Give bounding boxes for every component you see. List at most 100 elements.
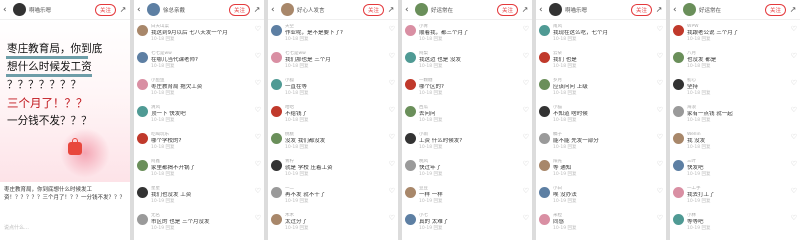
comment-item[interactable]: 一颗糖 哪个区的? 10-18 回复 ♡ (402, 76, 532, 103)
comment-item[interactable]: 晚风 快过年了 10-19 回复 ♡ (402, 157, 532, 184)
username[interactable]: 啊喵乐嗯 (29, 6, 92, 14)
comment-item[interactable]: 吃喝玩乐 哪个学校的? 10-18 回复 ♡ (134, 130, 264, 157)
avatar[interactable] (147, 3, 160, 16)
back-icon[interactable]: ‹ (271, 5, 278, 15)
avatar[interactable] (137, 214, 148, 225)
comment-item[interactable]: 青柠 就是 学校 压着工资 10-19 回复 ♡ (268, 157, 398, 184)
follow-button[interactable]: 关注 (228, 3, 250, 16)
like-icon[interactable]: ♡ (791, 160, 797, 168)
avatar[interactable] (137, 25, 148, 36)
comment-item[interactable]: 木木 太过分了 10-19 回复 ♡ (268, 211, 398, 238)
comment-item[interactable]: 橘子 能不能 先发一部分 10-18 回复 ♡ (536, 130, 666, 157)
comment-item[interactable]: 阳光等 通知 10-19 回复 ♡ (536, 157, 666, 184)
follow-button[interactable]: 关注 (764, 3, 786, 16)
follow-button[interactable]: 关注 (496, 3, 518, 16)
like-icon[interactable]: ♡ (791, 133, 797, 141)
comment-item[interactable]: 小白唉 没办法 10-19 回复 ♡ (536, 184, 666, 211)
like-icon[interactable]: ♡ (657, 160, 663, 168)
like-icon[interactable]: ♡ (255, 187, 261, 195)
like-icon[interactable]: ♡ (523, 25, 529, 33)
avatar[interactable] (405, 25, 416, 36)
like-icon[interactable]: ♡ (389, 79, 395, 87)
comment-item[interactable]: 天空 作业呢，是不是要下了? 10-18 回复 ♡ (268, 22, 398, 49)
like-icon[interactable]: ♡ (791, 25, 797, 33)
comment-item[interactable]: 海浪 家有一点钱 就一起 10-18 回复 ♡ (670, 103, 800, 130)
like-icon[interactable]: ♡ (657, 52, 663, 60)
comment-item[interactable]: 白天山菜 我这到9月以后 七八天发一个月 10-18 回复 ♡ (134, 22, 264, 49)
avatar[interactable] (281, 3, 294, 16)
like-icon[interactable]: ♡ (791, 214, 797, 222)
like-icon[interactable]: ♡ (657, 187, 663, 195)
like-icon[interactable]: ♡ (657, 214, 663, 222)
comment-item[interactable]: 初心 坚持 10-18 回复 ♡ (670, 76, 800, 103)
back-icon[interactable]: ‹ (539, 5, 546, 15)
avatar[interactable] (405, 52, 416, 63)
like-icon[interactable]: ♡ (523, 133, 529, 141)
comment-item[interactable]: 南风 我现在这么吃，七个月 10-18 回复 ♡ (536, 22, 666, 49)
back-icon[interactable]: ‹ (137, 5, 144, 15)
like-icon[interactable]: ♡ (791, 79, 797, 87)
comment-item[interactable]: WPW 我跟老公说 三个月了 10-18 回复 ♡ (670, 22, 800, 49)
like-icon[interactable]: ♡ (523, 160, 529, 168)
comment-item[interactable]: 哈哈 不给钱了 10-18 回复 ♡ (268, 103, 398, 130)
avatar[interactable] (539, 187, 550, 198)
avatar[interactable] (539, 79, 550, 90)
like-icon[interactable]: ♡ (657, 79, 663, 87)
comment-item[interactable]: 豆豆 一样 一样 10-19 回复 ♡ (402, 184, 532, 211)
comment-item[interactable]: 西瓜 去问问 10-18 回复 ♡ (402, 103, 532, 130)
like-icon[interactable]: ♡ (389, 214, 395, 222)
avatar[interactable] (137, 79, 148, 90)
username[interactable]: 徐总亲戴 (163, 6, 226, 14)
back-icon[interactable]: ‹ (673, 5, 680, 15)
back-icon[interactable]: ‹ (3, 5, 10, 15)
avatar[interactable] (271, 133, 282, 144)
avatar[interactable] (137, 106, 148, 117)
avatar[interactable] (673, 106, 684, 117)
avatar[interactable] (137, 160, 148, 171)
comment-item[interactable]: 星星 我们也没发 工资 10-19 回复 ♡ (134, 184, 264, 211)
comment-item[interactable]: 清风 顶一下 快发吧 10-18 回复 ♡ (134, 103, 264, 130)
like-icon[interactable]: ♡ (389, 160, 395, 168)
like-icon[interactable]: ♡ (255, 214, 261, 222)
like-icon[interactable]: ♡ (389, 133, 395, 141)
comment-item[interactable]: 小猫 不知道 啥时候 10-18 回复 ♡ (536, 103, 666, 130)
like-icon[interactable]: ♡ (255, 79, 261, 87)
avatar[interactable] (415, 3, 428, 16)
avatar[interactable] (673, 52, 684, 63)
comment-item[interactable]: 小狐 一直在等 10-18 回复 ♡ (268, 76, 398, 103)
avatar[interactable] (405, 160, 416, 171)
like-icon[interactable]: ♡ (523, 187, 529, 195)
comment-item[interactable]: 七七是ww 我们那也是 三个月 10-18 回复 ♡ (268, 49, 398, 76)
like-icon[interactable]: ♡ (657, 25, 663, 33)
like-icon[interactable]: ♡ (523, 52, 529, 60)
comment-item[interactable]: 小雨 工资 什么时候发? 10-18 回复 ♡ (402, 130, 532, 157)
avatar[interactable] (271, 52, 282, 63)
comment-item[interactable]: 八月 也没发 都是 10-18 回复 ♡ (670, 49, 800, 76)
like-icon[interactable]: ♡ (255, 160, 261, 168)
avatar[interactable] (137, 187, 148, 198)
share-icon[interactable]: ↗ (655, 5, 663, 14)
comment-item[interactable]: 小七 真的 太难了 10-19 回复 ♡ (402, 211, 532, 238)
comment-placeholder[interactable]: 说点什么… (4, 224, 29, 231)
comment-item[interactable]: 桃桃 没发 我们都没发 10-18 回复 ♡ (268, 130, 398, 157)
like-icon[interactable]: ♡ (791, 52, 797, 60)
avatar[interactable] (539, 214, 550, 225)
like-icon[interactable]: ♡ (657, 133, 663, 141)
avatar[interactable] (539, 133, 550, 144)
follow-button[interactable]: 关注 (630, 3, 652, 16)
like-icon[interactable]: ♡ (791, 187, 797, 195)
avatar[interactable] (137, 52, 148, 63)
comment-item[interactable]: 云朵 我们 也是 10-18 回复 ♡ (536, 49, 666, 76)
share-icon[interactable]: ↗ (387, 5, 395, 14)
comment-item[interactable]: 一工手 我去打工了 10-19 回复 ♡ (670, 184, 800, 211)
like-icon[interactable]: ♡ (791, 106, 797, 114)
like-icon[interactable]: ♡ (389, 25, 395, 33)
like-icon[interactable]: ♡ (523, 214, 529, 222)
avatar[interactable] (539, 106, 550, 117)
share-icon[interactable]: ↗ (521, 5, 529, 14)
post-image[interactable]: 枣庄教育局，你到底 想什么时候发工资 ？？？？？？？ 三个月了！？？ 一分钱不发… (0, 20, 130, 182)
comment-item[interactable]: 阿梨 我这边 也是 没发 10-18 回复 ♡ (402, 49, 532, 76)
avatar[interactable] (673, 133, 684, 144)
avatar[interactable] (13, 3, 26, 16)
like-icon[interactable]: ♡ (523, 79, 529, 87)
